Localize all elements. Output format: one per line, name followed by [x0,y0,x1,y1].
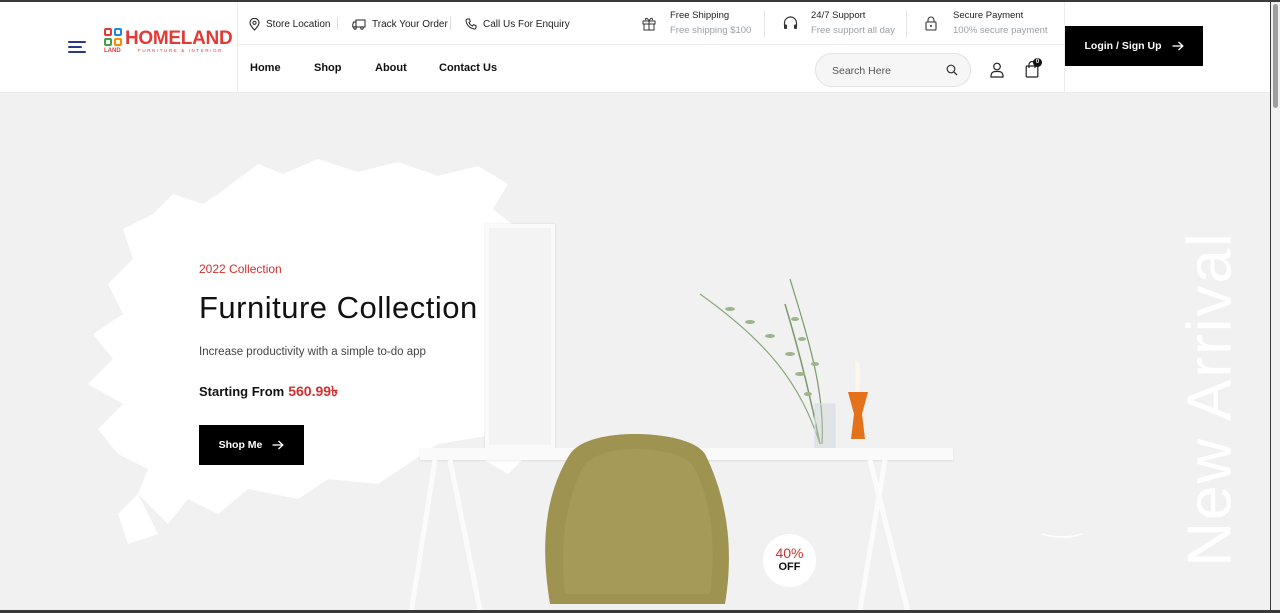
hero-banner: 2022 Collection Furniture Collection Inc… [0,94,1270,610]
hamburger-menu-icon[interactable] [68,40,86,54]
login-signup-button[interactable]: Login / Sign Up [1065,26,1203,66]
feature-subtitle: 100% secure payment [953,25,1048,36]
call-enquiry-label: Call Us For Enquiry [483,18,570,30]
scrollbar-thumb[interactable] [1273,4,1278,108]
hero-eyebrow: 2022 Collection [199,262,282,276]
feature-secure-payment: Secure Payment 100% secure payment [925,8,1050,40]
topbar-divider [238,44,1064,45]
nav-shop[interactable]: Shop [314,62,342,74]
feature-subtitle: Free shipping $100 [670,25,752,36]
logo-name: HOMELAND [125,28,233,49]
hero-description: Increase productivity with a simple to-d… [199,346,426,358]
site-logo[interactable]: LAND HOMELAND FURNITURE & INTERIOR [104,28,233,56]
feature-subtitle: Free support all day [811,25,895,36]
header-divider [237,2,238,93]
hero-price: 560.99৳ [288,383,339,399]
logo-sub: LAND [104,48,121,54]
logo-tagline: FURNITURE & INTERIOR [138,48,224,53]
discount-badge: 40% OFF [763,534,816,587]
feature-divider [764,10,765,38]
hero-price-row: Starting From 560.99৳ [199,380,338,404]
track-order-label: Track Your Order [372,18,448,30]
store-location-label: Store Location [266,18,331,30]
shop-me-button[interactable]: Shop Me [199,425,304,465]
feature-title: 24/7 Support [811,10,866,21]
wall-picture-frame [485,224,555,449]
call-enquiry-link[interactable]: Call Us For Enquiry [465,16,570,32]
new-arrival-vertical-text: New Arrival [1175,231,1245,567]
search-icon[interactable] [946,64,958,76]
nav-home[interactable]: Home [250,62,281,74]
arrow-right-icon [1172,41,1184,51]
arrow-right-icon [272,440,285,450]
decorative-arc [1041,533,1083,538]
user-account-icon[interactable] [990,62,1004,78]
search-input[interactable] [832,63,942,79]
track-order-link[interactable]: Track Your Order [352,16,448,32]
discount-percent: 40% [775,545,804,561]
lock-icon [925,16,937,31]
feature-free-shipping: Free Shipping Free shipping $100 [642,8,757,40]
gift-icon [642,17,656,31]
hero-title: Furniture Collection [199,290,478,325]
discount-off-label: OFF [778,561,801,573]
price-prefix: Starting From [199,384,285,399]
cart-count-badge: 0 [1033,58,1042,67]
phone-icon [465,18,477,30]
topbar-separator [450,17,451,30]
feature-title: Secure Payment [953,10,1024,21]
nav-about[interactable]: About [375,62,407,74]
chair-image [545,434,729,604]
truck-icon [352,19,366,30]
feature-title: Free Shipping [670,10,730,21]
feature-divider [906,10,907,38]
logo-mark-icon [104,28,122,46]
site-header: LAND HOMELAND FURNITURE & INTERIOR Store… [0,2,1270,93]
topbar-separator [337,17,338,30]
search-box [815,53,971,87]
nav-contact-us[interactable]: Contact Us [439,62,497,74]
location-pin-icon [249,17,260,31]
headphones-icon [783,16,798,29]
feature-support: 24/7 Support Free support all day [783,8,898,40]
login-signup-label: Login / Sign Up [1084,40,1162,52]
shop-me-label: Shop Me [218,439,263,451]
page: LAND HOMELAND FURNITURE & INTERIOR Store… [0,2,1270,610]
store-location-link[interactable]: Store Location [249,16,331,32]
